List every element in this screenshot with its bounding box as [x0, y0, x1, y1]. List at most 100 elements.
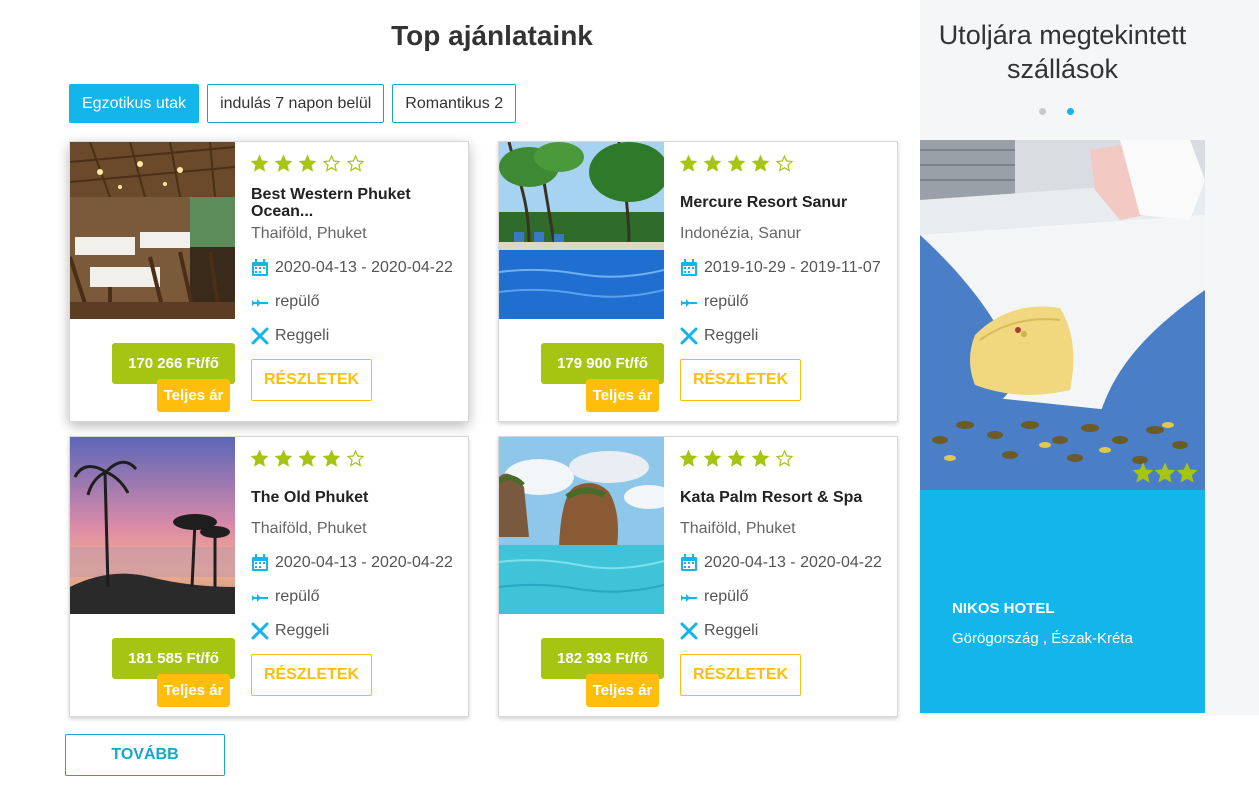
star-filled-icon — [275, 155, 292, 172]
star-empty-icon — [347, 450, 364, 467]
board-text: Reggeli — [275, 622, 330, 639]
filter-within-7-days[interactable]: indulás 7 napon belül — [207, 84, 385, 123]
offer-card[interactable]: Kata Palm Resort & Spa Thaiföld, Phuket … — [498, 436, 898, 717]
calendar-icon — [681, 259, 697, 276]
board-type: Reggeli — [251, 622, 329, 640]
price-badge: 181 585 Ft/fő — [112, 638, 235, 679]
transport: repülő — [251, 293, 319, 311]
hotel-location: Thaiföld, Phuket — [680, 520, 796, 537]
star-filled-icon — [251, 450, 268, 467]
full-price-label: Teljes ár — [586, 379, 659, 412]
recently-viewed-sidebar: Utoljára megtekintett szállások NIKOS HO… — [920, 0, 1259, 715]
board-text: Reggeli — [704, 622, 759, 639]
carousel-dot-active[interactable] — [1067, 108, 1074, 115]
transport: repülő — [680, 293, 748, 311]
recent-hotel-location: Görögország , Észak-Kréta — [952, 630, 1133, 647]
board-text: Reggeli — [704, 327, 759, 344]
cutlery-icon — [680, 327, 698, 345]
details-button[interactable]: RÉSZLETEK — [251, 654, 372, 696]
board-type: Reggeli — [680, 327, 758, 345]
recent-hotel-card[interactable]: NIKOS HOTEL Görögország , Észak-Kréta — [920, 140, 1205, 713]
star-filled-icon — [299, 155, 316, 172]
full-price-label: Teljes ár — [157, 674, 230, 707]
hotel-name[interactable]: Kata Palm Resort & Spa — [680, 489, 880, 506]
recent-star-rating — [1133, 463, 1197, 483]
top-offers-section: Top ajánlataink Egzotikus utak indulás 7… — [0, 0, 920, 802]
transport: repülő — [251, 588, 319, 606]
transport-text: repülő — [704, 293, 749, 310]
plane-icon — [252, 594, 268, 602]
transport-text: repülő — [704, 588, 749, 605]
filter-exotic[interactable]: Egzotikus utak — [69, 84, 200, 123]
star-filled-icon — [1177, 463, 1197, 483]
recent-hotel-name[interactable]: NIKOS HOTEL — [952, 600, 1055, 617]
board-type: Reggeli — [680, 622, 758, 640]
travel-dates: 2020-04-13 - 2020-04-22 — [680, 554, 882, 572]
hotel-name[interactable]: Best Western Phuket Ocean... — [251, 186, 451, 220]
full-price-label: Teljes ár — [157, 379, 230, 412]
recent-hotel-photo[interactable] — [920, 140, 1205, 490]
details-button[interactable]: RÉSZLETEK — [680, 654, 801, 696]
star-empty-icon — [776, 450, 793, 467]
price-badge: 182 393 Ft/fő — [541, 638, 664, 679]
travel-dates: 2020-04-13 - 2020-04-22 — [251, 554, 453, 572]
star-empty-icon — [776, 155, 793, 172]
plane-icon — [681, 299, 697, 307]
hotel-photo[interactable] — [70, 437, 235, 614]
transport: repülő — [680, 588, 748, 606]
dates-text: 2019-10-29 - 2019-11-07 — [704, 259, 881, 276]
dates-text: 2020-04-13 - 2020-04-22 — [275, 259, 453, 276]
pool-palms-photo — [499, 142, 664, 319]
board-text: Reggeli — [275, 327, 330, 344]
price-badge: 170 266 Ft/fő — [112, 343, 235, 384]
calendar-icon — [252, 554, 268, 571]
recent-hotel-info: NIKOS HOTEL Görögország , Észak-Kréta — [920, 490, 1205, 713]
details-button[interactable]: RÉSZLETEK — [680, 359, 801, 401]
carousel-dots — [1039, 108, 1074, 115]
offer-card[interactable]: Mercure Resort Sanur Indonézia, Sanur 20… — [498, 141, 898, 422]
hotel-name[interactable]: The Old Phuket — [251, 489, 451, 506]
offer-card[interactable]: The Old Phuket Thaiföld, Phuket 2020-04-… — [69, 436, 469, 717]
plane-icon — [252, 299, 268, 307]
section-title: Top ajánlataink — [391, 20, 593, 51]
filter-romantic[interactable]: Romantikus 2 — [392, 84, 517, 123]
price-badge: 179 900 Ft/fő — [541, 343, 664, 384]
hotel-name[interactable]: Mercure Resort Sanur — [680, 194, 880, 211]
star-filled-icon — [752, 155, 769, 172]
carousel-dot[interactable] — [1039, 108, 1046, 115]
star-filled-icon — [1155, 463, 1175, 483]
plane-icon — [681, 594, 697, 602]
rock-islands-photo — [499, 437, 664, 614]
star-filled-icon — [728, 155, 745, 172]
transport-text: repülő — [275, 588, 320, 605]
star-filled-icon — [275, 450, 292, 467]
star-filled-icon — [1133, 463, 1153, 483]
star-filled-icon — [323, 450, 340, 467]
hotel-photo[interactable] — [70, 142, 235, 319]
restaurant-photo — [70, 142, 235, 319]
hotel-location: Thaiföld, Phuket — [251, 520, 367, 537]
cutlery-icon — [251, 622, 269, 640]
dates-text: 2020-04-13 - 2020-04-22 — [704, 554, 882, 571]
hotel-photo[interactable] — [499, 437, 664, 614]
offer-card[interactable]: Best Western Phuket Ocean... Thaiföld, P… — [69, 141, 469, 422]
star-rating — [251, 450, 364, 467]
hotel-location: Indonézia, Sanur — [680, 225, 801, 242]
star-empty-icon — [323, 155, 340, 172]
star-filled-icon — [704, 155, 721, 172]
star-filled-icon — [752, 450, 769, 467]
hotel-photo[interactable] — [499, 142, 664, 319]
calendar-icon — [252, 259, 268, 276]
star-filled-icon — [728, 450, 745, 467]
cutlery-icon — [251, 327, 269, 345]
cutlery-icon — [680, 622, 698, 640]
star-rating — [680, 450, 793, 467]
star-empty-icon — [347, 155, 364, 172]
details-button[interactable]: RÉSZLETEK — [251, 359, 372, 401]
calendar-icon — [681, 554, 697, 571]
more-button[interactable]: TOVÁBB — [65, 734, 225, 776]
filter-tabs: Egzotikus utak indulás 7 napon belül Rom… — [69, 84, 517, 123]
full-price-label: Teljes ár — [586, 674, 659, 707]
star-filled-icon — [299, 450, 316, 467]
dates-text: 2020-04-13 - 2020-04-22 — [275, 554, 453, 571]
